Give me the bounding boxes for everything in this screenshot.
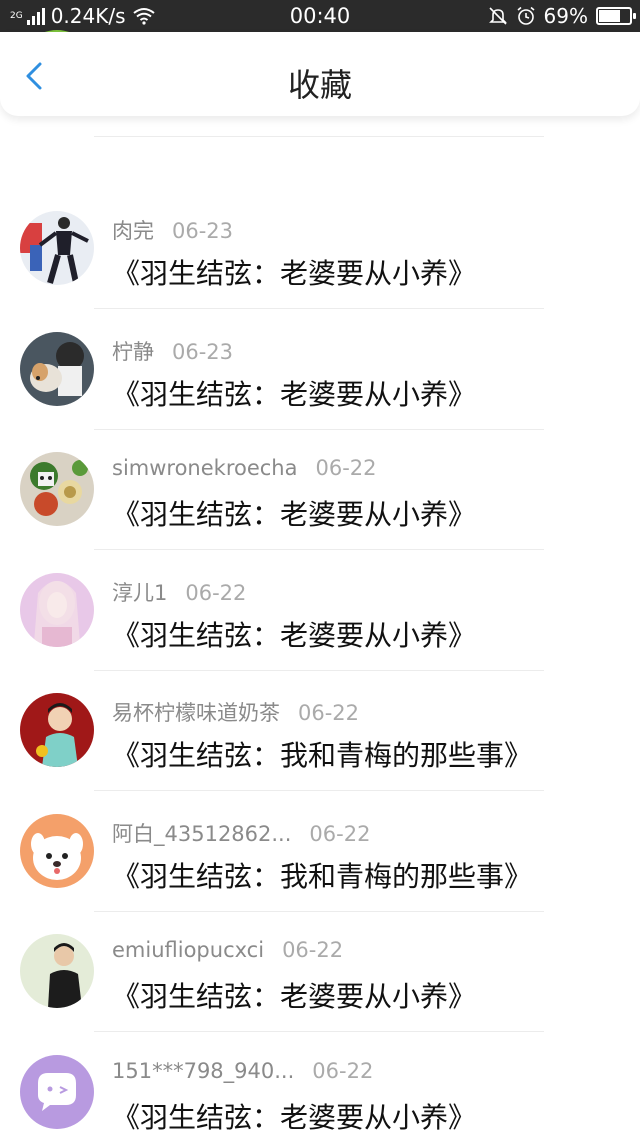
- list-item[interactable]: 阿白_43512862... 06-22 《羽生结弦：我和青梅的那些事》: [0, 763, 640, 912]
- user-name: emiufliopucxci: [112, 938, 265, 962]
- list-item[interactable]: 易杯柠檬味道奶茶 06-22 《羽生结弦：我和青梅的那些事》: [0, 642, 640, 791]
- user-name: 肉完: [112, 219, 154, 243]
- item-date: 06-22: [315, 456, 377, 480]
- page-title: 收藏: [287, 66, 352, 104]
- item-title: 《羽生结弦：老婆要从小养》: [112, 1100, 477, 1134]
- battery-percent: 69%: [543, 4, 588, 28]
- item-date: 06-23: [172, 219, 234, 243]
- battery-icon: [596, 7, 636, 25]
- list-item[interactable]: 柠静 06-23 《羽生结弦：老婆要从小养》: [0, 281, 640, 430]
- food-avatar: [20, 452, 94, 526]
- item-date: 06-23: [172, 339, 234, 364]
- item-date: 06-22: [282, 938, 344, 962]
- battery-level: [599, 10, 620, 22]
- user-name: 阿白_43512862...: [112, 821, 292, 846]
- user-name: 易杯柠檬味道奶茶: [112, 701, 280, 725]
- user-name: 淳儿1: [112, 580, 168, 605]
- alarm-icon: [517, 6, 535, 25]
- boy-avatar: [20, 934, 94, 1008]
- performer-avatar: [20, 693, 94, 767]
- dancer-avatar: [20, 211, 94, 285]
- item-date: 06-22: [309, 821, 371, 846]
- user-name: simwronekroecha: [112, 456, 298, 480]
- list-item[interactable]: 151***798_940... 06-22 《羽生结弦：老婆要从小养》: [0, 1004, 640, 1134]
- mute-icon: [488, 7, 507, 25]
- list-item[interactable]: simwronekroecha 06-22 《羽生结弦：老婆要从小养》: [0, 401, 640, 550]
- nav-bar: 收藏: [0, 32, 640, 116]
- girl-avatar: [20, 572, 94, 647]
- user-name: 柠静: [112, 339, 154, 364]
- status-bar: 2G 0.24K/s 00:40 69%: [0, 0, 640, 32]
- dog-avatar: [20, 331, 94, 406]
- puppy-cartoon-avatar: [20, 813, 94, 888]
- list-item[interactable]: 淳儿1 06-22 《羽生结弦：老婆要从小养》: [0, 522, 640, 671]
- item-date: 06-22: [312, 1058, 374, 1083]
- divider: [94, 136, 544, 137]
- user-name: 151***798_940...: [112, 1058, 295, 1083]
- item-date: 06-22: [185, 580, 247, 605]
- list-item[interactable]: emiufliopucxci 06-22 《羽生结弦：老婆要从小养》: [0, 883, 640, 1032]
- list-item[interactable]: 肉完 06-23 《羽生结弦：老婆要从小养》: [0, 160, 640, 309]
- item-date: 06-22: [298, 701, 360, 725]
- default-chat-avatar: [20, 1054, 94, 1129]
